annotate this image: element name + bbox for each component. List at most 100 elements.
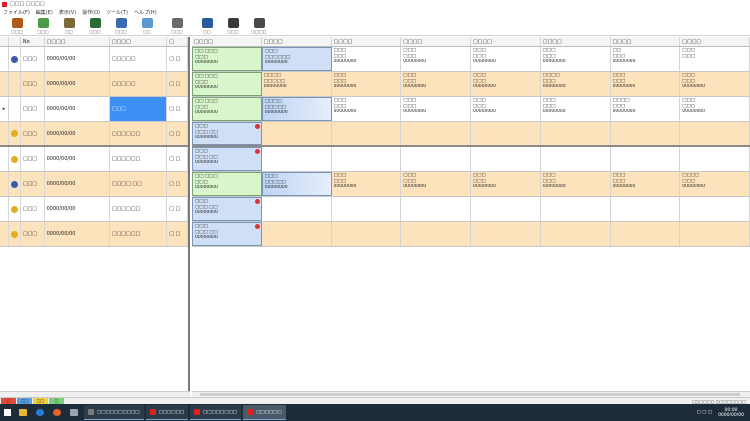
row-name[interactable]: □□□□□ (110, 47, 168, 71)
toolbar-button[interactable]: □□□ (166, 17, 188, 35)
schedule-cell[interactable]: □□□ □□□ 00000000 (401, 72, 471, 96)
schedule-cell[interactable]: □□ □□□ □□□ 00000000 (192, 172, 262, 196)
schedule-cell[interactable]: □□ □□□ 00000000 (611, 47, 681, 71)
left-column-header[interactable]: □□□□ (45, 37, 110, 46)
taskbar-window-button[interactable]: □□□□□□□□ (190, 405, 242, 420)
schedule-cell[interactable]: □□□ □□□ 00000000 (471, 72, 541, 96)
schedule-cell[interactable] (401, 122, 471, 145)
row-name[interactable]: □□□□ □□ (110, 172, 168, 196)
taskbar-app-button[interactable] (65, 404, 82, 421)
schedule-cell[interactable]: □□ □□□ □□□ 00000000 (192, 47, 262, 71)
row-name[interactable]: □□□□□□ (110, 147, 168, 171)
schedule-cell[interactable]: □□□ □□□ 00000000 (332, 97, 402, 121)
grid-column-header[interactable]: □□□□ (680, 37, 750, 46)
schedule-cell[interactable] (471, 122, 541, 145)
schedule-cell[interactable] (262, 197, 332, 221)
schedule-cell[interactable] (262, 122, 332, 145)
tray-icons[interactable]: □ □ □ (696, 410, 712, 415)
toolbar-button[interactable]: □□ (58, 17, 80, 35)
schedule-cell[interactable]: □□□ □□□ □□ 00000000 (192, 147, 262, 171)
schedule-cell[interactable] (401, 197, 471, 221)
schedule-cell[interactable] (332, 122, 402, 145)
grid-column-header[interactable]: □□□□ (471, 37, 541, 46)
left-column-header[interactable] (9, 37, 21, 46)
menu-item[interactable]: ツール(T) (106, 9, 128, 16)
schedule-cell[interactable]: □□□ □□□ □□ 00000000 (192, 197, 262, 221)
taskbar-firefox-button[interactable] (48, 404, 65, 421)
schedule-cell[interactable] (611, 122, 681, 145)
schedule-cell[interactable] (680, 222, 750, 246)
schedule-cell[interactable] (541, 197, 611, 221)
schedule-cell[interactable] (471, 222, 541, 246)
schedule-cell[interactable]: □□□ □□□ 00000000 (401, 47, 471, 71)
schedule-cell[interactable] (611, 197, 681, 221)
schedule-cell[interactable]: □□□ □□□ 00000000 (680, 97, 750, 121)
schedule-cell[interactable]: □□□ □□□ 00000000 (471, 172, 541, 196)
schedule-cell[interactable]: □□□□ □□□ 00000000 (680, 172, 750, 196)
schedule-cell[interactable]: □□ □□□ □□□ 00000000 (192, 72, 262, 96)
left-column-header[interactable] (0, 37, 9, 46)
left-column-header[interactable]: No (21, 37, 45, 46)
schedule-cell[interactable]: □□□ □□□ 00000000 (471, 97, 541, 121)
schedule-cell[interactable] (541, 147, 611, 171)
row-name[interactable]: □□□□□□ (110, 122, 168, 145)
schedule-cell[interactable] (471, 197, 541, 221)
row-name[interactable]: □□□□□ (110, 72, 168, 96)
schedule-cell[interactable] (401, 222, 471, 246)
schedule-cell[interactable] (611, 222, 681, 246)
menu-item[interactable]: 編集(E) (36, 9, 53, 16)
schedule-cell[interactable]: □□□ □□□ 00000000 (332, 47, 402, 71)
schedule-cell[interactable]: □□□ □□□ 00000000 (541, 97, 611, 121)
toolbar-button[interactable]: □□□ (84, 17, 106, 35)
list-row[interactable]: ▸ □□□ 0000/00/00 □□□ □ □ (0, 97, 188, 122)
schedule-cell[interactable] (262, 147, 332, 171)
schedule-cell[interactable]: □□□□□□□□□00000000 (261, 97, 332, 121)
schedule-cell[interactable] (332, 197, 402, 221)
row-name[interactable]: □□□ (109, 97, 168, 121)
schedule-cell[interactable] (471, 147, 541, 171)
schedule-cell[interactable] (262, 222, 332, 246)
menu-item[interactable]: ヘルプ(H) (134, 9, 157, 16)
start-button[interactable] (0, 404, 14, 421)
toolbar-button[interactable]: □□ (136, 17, 158, 35)
menu-item[interactable]: 表示(V) (59, 9, 76, 16)
toolbar-button[interactable]: □□ (196, 17, 218, 35)
left-column-header[interactable]: □□□□ (110, 37, 168, 46)
schedule-cell[interactable] (332, 222, 402, 246)
menu-item[interactable]: 操作(O) (82, 9, 100, 16)
list-row[interactable]: □□□ 0000/00/00 □□□□□ □ □ (0, 47, 188, 72)
schedule-cell[interactable]: □□□ □□□ 00000000 (332, 72, 402, 96)
taskbar-window-button[interactable]: □□□□□□□□□□ (84, 405, 144, 420)
list-row[interactable]: □□□ 0000/00/00 □□□□□□ □ □ (0, 222, 188, 247)
schedule-cell[interactable]: □□□□ □□□ 00000000 (541, 72, 611, 96)
schedule-cell[interactable] (401, 147, 471, 171)
schedule-cell[interactable]: □□□ □□□ 00000000 (541, 47, 611, 71)
list-row[interactable]: □□□ 0000/00/00 □□□□□ □ □ (0, 72, 188, 97)
schedule-cell[interactable]: □□□ □□□ 00000000 (611, 72, 681, 96)
schedule-cell[interactable]: □□□ □□□□□ 00000000 (261, 172, 332, 196)
schedule-cell[interactable] (541, 122, 611, 145)
schedule-cell[interactable]: □□ □□□ □□□ 00000000 (192, 97, 262, 121)
schedule-cell[interactable]: □□□ □□□ 00000000 (401, 172, 471, 196)
grid-column-header[interactable]: □□□□ (401, 37, 471, 46)
grid-column-header[interactable]: □□□□ (611, 37, 681, 46)
schedule-cell[interactable]: □□□ □□□ 00000000 (680, 72, 750, 96)
schedule-cell[interactable]: □□□□□□□□□00000000 (262, 72, 332, 96)
menu-item[interactable]: ファイル(F) (3, 9, 30, 16)
schedule-cell[interactable]: □□□ □□□ 00000000 (332, 172, 402, 196)
grid-column-header[interactable]: □□□□ (332, 37, 402, 46)
schedule-cell[interactable]: □□□ □□□ 00000000 (611, 172, 681, 196)
toolbar-button[interactable]: □□□ (222, 17, 244, 35)
list-row[interactable]: □□□ 0000/00/00 □□□□□□ □ □ (0, 197, 188, 222)
toolbar-button[interactable]: □□□□ (248, 17, 270, 35)
schedule-cell[interactable] (680, 197, 750, 221)
toolbar-button[interactable]: □□□ (32, 17, 54, 35)
scrollbar-thumb[interactable] (200, 393, 740, 396)
schedule-cell[interactable]: □□□ □□□ (680, 47, 750, 71)
schedule-cell[interactable]: □□□ □□□ 00000000 (401, 97, 471, 121)
taskbar-window-button[interactable]: □□□□□□ (145, 405, 189, 420)
row-name[interactable]: □□□□□□ (110, 197, 168, 221)
schedule-cell[interactable] (611, 147, 681, 171)
schedule-cell[interactable] (332, 147, 402, 171)
toolbar-button[interactable]: □□□ (110, 17, 132, 35)
